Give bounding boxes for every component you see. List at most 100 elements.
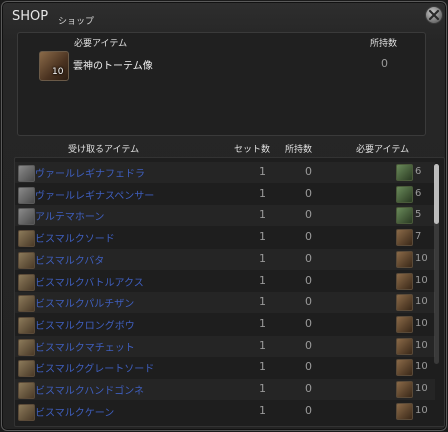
totem-item-icon[interactable] bbox=[396, 272, 413, 290]
window-title: SHOP bbox=[12, 9, 49, 24]
item-name: ビスマルクパルチザン bbox=[35, 299, 135, 311]
totem-item-icon[interactable] bbox=[396, 315, 413, 333]
item-name: ビスマルクバタ bbox=[35, 255, 105, 267]
owned-count: 0 bbox=[305, 360, 312, 374]
item-name: ヴァールレギナスペンサー bbox=[35, 190, 155, 202]
required-count: 10 bbox=[415, 296, 428, 308]
required-count: 10 bbox=[415, 339, 428, 351]
owned-count: 0 bbox=[305, 382, 312, 395]
green-item-icon[interactable] bbox=[396, 164, 413, 181]
set-count: 1 bbox=[259, 208, 266, 222]
shop-item-list[interactable]: ヴァールレギナフェドラ 1 0 6 ヴァールレギナスペンサー 1 0 6 アルテマホーン 1 0 5 ビ… bbox=[14, 157, 445, 427]
required-count: 10 bbox=[415, 404, 428, 416]
totem-item-icon[interactable] bbox=[396, 402, 413, 420]
axe-icon bbox=[18, 273, 35, 291]
required-item-owned: 0 bbox=[381, 57, 388, 70]
required-count: 10 bbox=[415, 317, 428, 329]
required-count: 6 bbox=[415, 187, 422, 199]
owned-count: 0 bbox=[305, 230, 312, 244]
item-name: ヴァールレギナフェドラ bbox=[35, 169, 145, 180]
required-count: 10 bbox=[415, 361, 428, 373]
list-item[interactable]: ビスマルクバタ 1 0 10 bbox=[15, 249, 435, 270]
horn-icon bbox=[18, 208, 35, 226]
helm-icon bbox=[18, 165, 35, 182]
list-item[interactable]: ビスマルクマチェット 1 0 10 bbox=[15, 336, 435, 357]
set-count: 1 bbox=[259, 186, 266, 200]
owned-count: 0 bbox=[305, 208, 312, 222]
required-count: 10 bbox=[415, 274, 428, 286]
close-button[interactable] bbox=[425, 6, 443, 24]
shop-window: SHOP ショップ 必要アイテム 所持数 10 雲神のトーテム像 0 受け取るア… bbox=[1, 1, 447, 431]
required-count: 10 bbox=[415, 383, 428, 394]
list-item[interactable]: ヴァールレギナフェドラ 1 0 6 bbox=[15, 162, 435, 183]
list-item[interactable]: ビスマルクロングボウ 1 0 10 bbox=[15, 314, 435, 335]
owned-count: 0 bbox=[305, 316, 312, 330]
item-name: ビスマルクハンドゴンネ bbox=[35, 386, 144, 397]
set-count: 1 bbox=[259, 295, 266, 309]
list-item[interactable]: ビスマルクケーン 1 0 10 bbox=[15, 401, 435, 422]
set-count: 1 bbox=[259, 230, 266, 244]
set-count: 1 bbox=[259, 382, 266, 395]
owned-count-header: 所持数 bbox=[285, 145, 313, 155]
list-item[interactable]: ビスマルクソード 1 0 7 bbox=[15, 227, 435, 248]
list-item[interactable]: ビスマルクバトルアクス 1 0 10 bbox=[15, 271, 435, 292]
owned-count: 0 bbox=[305, 251, 312, 265]
greatsword-icon bbox=[18, 360, 35, 378]
received-item-header: 受け取るアイテム bbox=[68, 145, 140, 155]
item-quantity-badge: 10 bbox=[52, 67, 64, 77]
green-item-icon[interactable] bbox=[396, 185, 413, 203]
required-count: 5 bbox=[415, 209, 422, 221]
owned-count: 0 bbox=[305, 165, 312, 178]
set-count: 1 bbox=[259, 338, 266, 352]
item-name: ビスマルクマチェット bbox=[35, 342, 135, 354]
list-item[interactable]: ビスマルクパルチザン 1 0 10 bbox=[15, 292, 435, 313]
required-count: 6 bbox=[415, 166, 422, 177]
spear-icon bbox=[18, 295, 35, 313]
window-subtitle: ショップ bbox=[58, 17, 95, 27]
totem-item-icon[interactable] bbox=[396, 229, 413, 247]
set-count: 1 bbox=[259, 251, 266, 265]
set-count: 1 bbox=[259, 360, 266, 374]
required-count: 10 bbox=[415, 252, 428, 264]
helm-icon bbox=[18, 186, 35, 204]
item-name: ビスマルクソード bbox=[35, 234, 115, 246]
totem-item-icon[interactable] bbox=[396, 250, 413, 268]
list-item[interactable]: ビスマルクハンドゴンネ 1 0 10 bbox=[15, 379, 435, 400]
required-item-panel: 必要アイテム 所持数 10 雲神のトーテム像 0 bbox=[17, 32, 426, 136]
totem-item-icon[interactable] bbox=[396, 294, 413, 312]
weapon-icon bbox=[18, 251, 35, 269]
totem-item-icon[interactable] bbox=[396, 359, 413, 377]
sword-icon bbox=[18, 230, 35, 248]
set-count: 1 bbox=[259, 403, 266, 417]
item-name: アルテマホーン bbox=[35, 212, 105, 224]
title-bar[interactable]: SHOP ショップ bbox=[2, 2, 446, 30]
required-item-column-header: 必要アイテム bbox=[356, 145, 410, 155]
owned-count: 0 bbox=[305, 403, 312, 417]
totem-item-icon[interactable] bbox=[396, 337, 413, 355]
list-item[interactable]: ヴァールレギナスペンサー 1 0 6 bbox=[15, 184, 435, 205]
item-name: ビスマルクケーン bbox=[35, 407, 115, 419]
bow-icon bbox=[18, 316, 35, 334]
owned-count: 0 bbox=[305, 295, 312, 309]
list-item[interactable]: ビスマルクグレートソード 1 0 10 bbox=[15, 357, 435, 378]
set-count: 1 bbox=[259, 316, 266, 330]
set-count: 1 bbox=[259, 273, 266, 287]
green-item-icon[interactable] bbox=[396, 207, 413, 225]
owned-count: 0 bbox=[305, 338, 312, 352]
set-count-header: セット数 bbox=[234, 145, 271, 155]
totem-item-icon[interactable] bbox=[396, 381, 413, 398]
blade-icon bbox=[18, 338, 35, 356]
item-name: ビスマルクロングボウ bbox=[35, 320, 135, 332]
owned-count: 0 bbox=[305, 273, 312, 287]
required-item-name: 雲神のトーテム像 bbox=[73, 61, 153, 72]
set-count: 1 bbox=[259, 165, 266, 178]
item-name: ビスマルクバトルアクス bbox=[35, 277, 144, 289]
item-name: ビスマルクグレートソード bbox=[35, 364, 155, 376]
owned-header: 所持数 bbox=[370, 39, 398, 49]
required-item-header: 必要アイテム bbox=[74, 39, 128, 49]
cane-icon bbox=[18, 403, 35, 421]
gun-icon bbox=[18, 382, 35, 399]
owned-count: 0 bbox=[305, 186, 312, 200]
close-icon bbox=[428, 9, 440, 21]
list-item[interactable]: アルテマホーン 1 0 5 bbox=[15, 205, 435, 226]
